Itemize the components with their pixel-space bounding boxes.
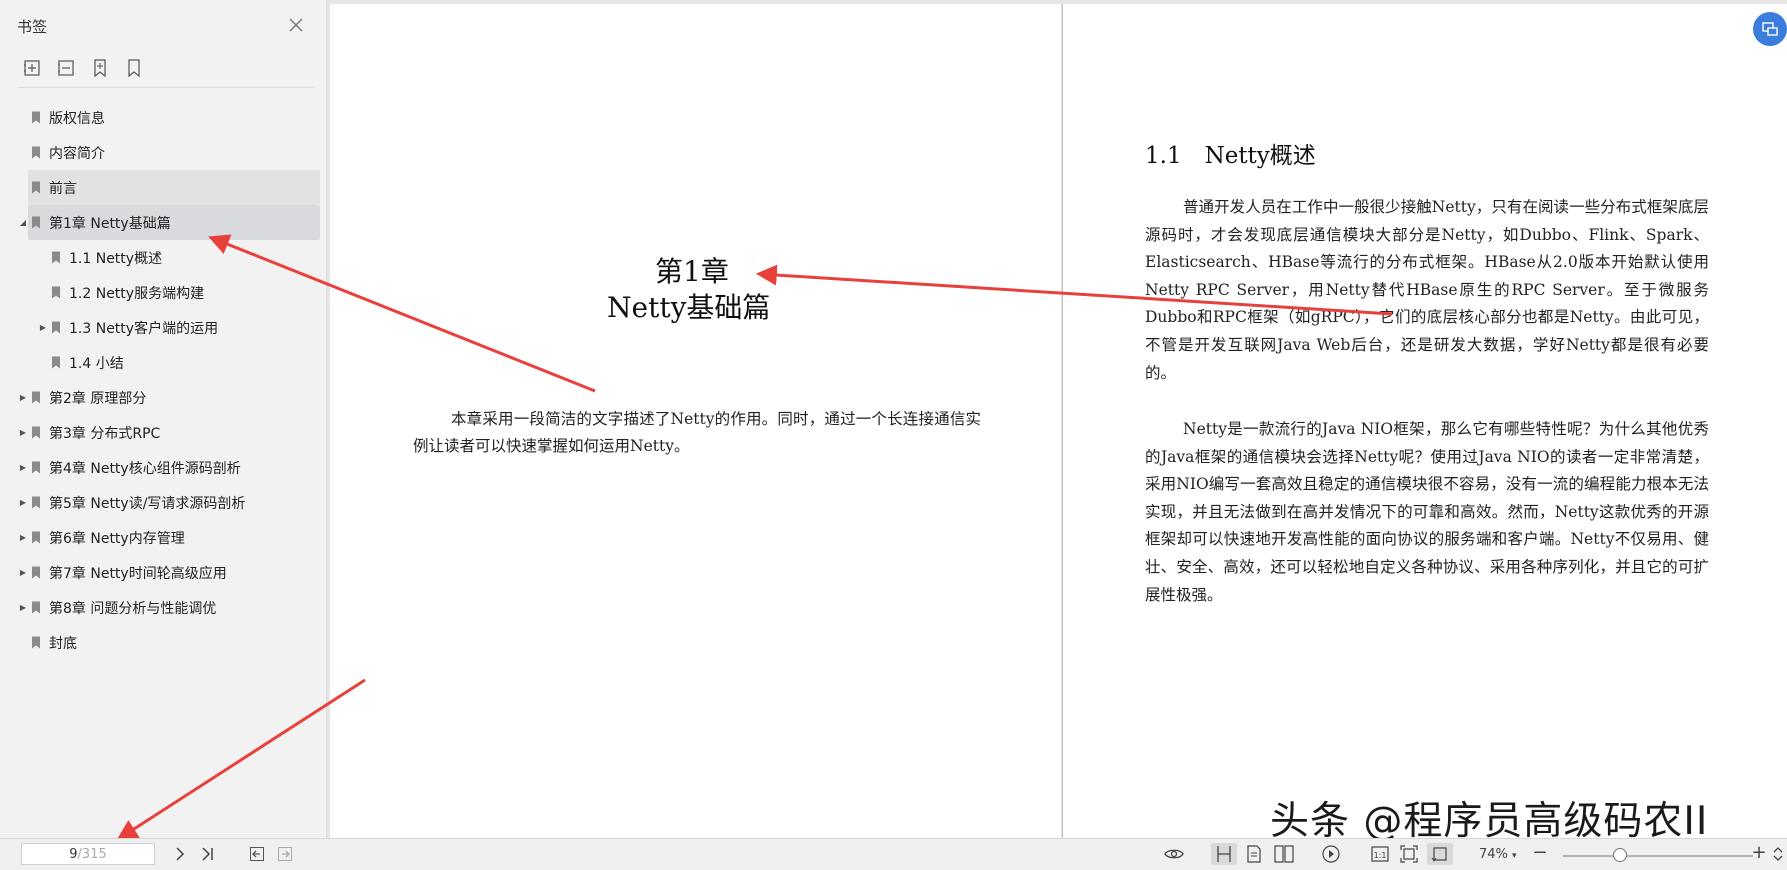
bookmark-icon — [32, 216, 40, 229]
fullscreen-icon[interactable] — [1770, 843, 1786, 865]
bookmark-item[interactable]: ▶ 第3章 分布式RPC — [0, 415, 326, 450]
bookmark-icon — [32, 566, 40, 579]
bookmark-item[interactable]: ▶ 第2章 原理部分 — [0, 380, 326, 415]
bookmark-label: 第3章 分布式RPC — [49, 425, 161, 442]
last-page-icon[interactable] — [197, 843, 219, 865]
collapsed-arrow-icon[interactable]: ▶ — [18, 428, 28, 438]
total-pages: /315 — [77, 846, 107, 862]
bookmark-label: 第5章 Netty读/写请求源码剖析 — [49, 495, 246, 512]
bookmark-item[interactable]: 封底 — [0, 625, 326, 660]
expanded-arrow-icon[interactable]: ◢ — [18, 218, 28, 228]
bookmark-icon — [32, 111, 40, 124]
chapter-number: 第1章 — [655, 255, 729, 288]
bookmark-icon — [52, 356, 60, 369]
bookmark-label: 1.2 Netty服务端构建 — [69, 285, 205, 302]
bookmark-sidebar: 书签 版权信息内容简介前言 ◢ 第1章 Netty基础篇 1.1 Netty概述 1.2… — [0, 0, 327, 838]
next-page-icon[interactable] — [169, 843, 191, 865]
fit-width-icon[interactable] — [1427, 843, 1453, 865]
collapsed-arrow-icon[interactable]: ▶ — [18, 568, 28, 578]
eye-icon[interactable] — [1163, 843, 1185, 865]
current-page: 9 — [69, 846, 78, 862]
bookmark-icon — [32, 426, 40, 439]
bookmark-label: 第1章 Netty基础篇 — [49, 215, 171, 232]
bookmark-item[interactable]: ▶ 第4章 Netty核心组件源码剖析 — [0, 450, 326, 485]
bookmark-item[interactable]: 前言 — [0, 170, 326, 205]
continuous-page-icon[interactable] — [1243, 843, 1265, 865]
bookmark-icon — [32, 146, 40, 159]
section-title: 1.1 Netty概述 — [1145, 143, 1316, 169]
bookmark-label: 版权信息 — [49, 110, 105, 127]
bookmark-icon — [32, 391, 40, 404]
bookmark-icon — [32, 531, 40, 544]
close-icon[interactable] — [285, 14, 307, 36]
bookmark-outline-icon[interactable] — [124, 58, 144, 78]
single-page-icon[interactable] — [1211, 843, 1237, 865]
bookmark-item[interactable]: 1.1 Netty概述 — [0, 240, 326, 275]
collapsed-arrow-icon[interactable]: ▶ — [38, 323, 48, 333]
bookmark-icon — [32, 461, 40, 474]
bookmark-icon — [52, 321, 60, 334]
play-icon[interactable] — [1320, 843, 1342, 865]
bookmark-star-icon[interactable] — [90, 58, 110, 78]
actual-size-icon[interactable]: 1:1 — [1369, 843, 1391, 865]
two-page-icon[interactable] — [1271, 843, 1297, 865]
bookmark-label: 第4章 Netty核心组件源码剖析 — [49, 460, 241, 477]
bookmark-label: 1.3 Netty客户端的运用 — [69, 320, 219, 337]
bookmark-item[interactable]: ◢ 第1章 Netty基础篇 — [0, 205, 326, 240]
bookmark-item[interactable]: ▶ 1.3 Netty客户端的运用 — [0, 310, 326, 345]
body-paragraph: 普通开发人员在工作中一般很少接触Netty，只有在阅读一些分布式框架底层源码时，… — [1145, 198, 1709, 382]
floating-tool-button[interactable] — [1753, 12, 1787, 46]
bookmark-icon — [32, 181, 40, 194]
bookmark-label: 1.4 小结 — [69, 355, 124, 372]
bookmark-item[interactable]: ▶ 第5章 Netty读/写请求源码剖析 — [0, 485, 326, 520]
page-number-input[interactable]: 9/315 — [21, 843, 155, 865]
zoom-in-button[interactable]: + — [1748, 841, 1770, 863]
bookmark-label: 第8章 问题分析与性能调优 — [49, 600, 217, 617]
fit-page-icon[interactable] — [1398, 843, 1420, 865]
bookmark-label: 1.1 Netty概述 — [69, 250, 163, 267]
sidebar-title: 书签 — [17, 18, 48, 36]
bookmark-icon — [52, 251, 60, 264]
sidebar-divider — [17, 87, 313, 88]
add-bookmark-icon[interactable] — [22, 58, 42, 78]
bookmark-icon — [32, 496, 40, 509]
remove-bookmark-icon[interactable] — [56, 58, 76, 78]
bookmark-item[interactable]: ▶ 第8章 问题分析与性能调优 — [0, 590, 326, 625]
bookmark-label: 前言 — [49, 180, 77, 197]
chapter-description: 本章采用一段简洁的文字描述了Netty的作用。同时，通过一个长连接通信实例让读者… — [413, 410, 981, 455]
bookmark-tree: 版权信息内容简介前言 ◢ 第1章 Netty基础篇 1.1 Netty概述 1.2 Ne… — [0, 100, 326, 660]
bookmark-item[interactable]: ▶ 第6章 Netty内存管理 — [0, 520, 326, 555]
collapsed-arrow-icon[interactable]: ▶ — [18, 393, 28, 403]
bookmark-label: 封底 — [49, 635, 77, 652]
bookmark-item[interactable]: 内容简介 — [0, 135, 326, 170]
bookmark-item[interactable]: 版权信息 — [0, 100, 326, 135]
collapsed-arrow-icon[interactable]: ▶ — [18, 533, 28, 543]
window-switch-icon — [1762, 22, 1778, 36]
bookmark-icon — [32, 601, 40, 614]
bookmark-label: 第7章 Netty时间轮高级应用 — [49, 565, 227, 582]
zoom-out-button[interactable]: − — [1529, 841, 1551, 863]
bookmark-toolbar — [22, 58, 144, 78]
bookmark-item[interactable]: 1.2 Netty服务端构建 — [0, 275, 326, 310]
chevron-down-icon: ▾ — [1512, 851, 1517, 861]
collapsed-arrow-icon[interactable]: ▶ — [18, 498, 28, 508]
bookmark-item[interactable]: 1.4 小结 — [0, 345, 326, 380]
collapsed-arrow-icon[interactable]: ▶ — [18, 603, 28, 613]
zoom-slider[interactable] — [1563, 855, 1753, 857]
bookmark-icon — [52, 286, 60, 299]
svg-text:1:1: 1:1 — [1374, 851, 1387, 860]
bookmark-icon — [32, 636, 40, 649]
back-icon[interactable] — [246, 843, 268, 865]
bookmark-label: 第6章 Netty内存管理 — [49, 530, 185, 547]
status-toolbar: 9/315 1:1 74% ▾ − + — [0, 838, 1787, 870]
bookmark-item[interactable]: ▶ 第7章 Netty时间轮高级应用 — [0, 555, 326, 590]
forward-icon[interactable] — [274, 843, 296, 865]
bookmark-label: 内容简介 — [49, 145, 105, 162]
collapsed-arrow-icon[interactable]: ▶ — [18, 463, 28, 473]
body-paragraph: Netty是一款流行的Java NIO框架，那么它有哪些特性呢？为什么其他优秀的… — [1145, 420, 1709, 604]
bookmark-label: 第2章 原理部分 — [49, 390, 147, 407]
chapter-title: Netty基础篇 — [607, 291, 771, 324]
zoom-slider-knob[interactable] — [1613, 848, 1627, 862]
zoom-level[interactable]: 74% ▾ — [1479, 847, 1517, 862]
